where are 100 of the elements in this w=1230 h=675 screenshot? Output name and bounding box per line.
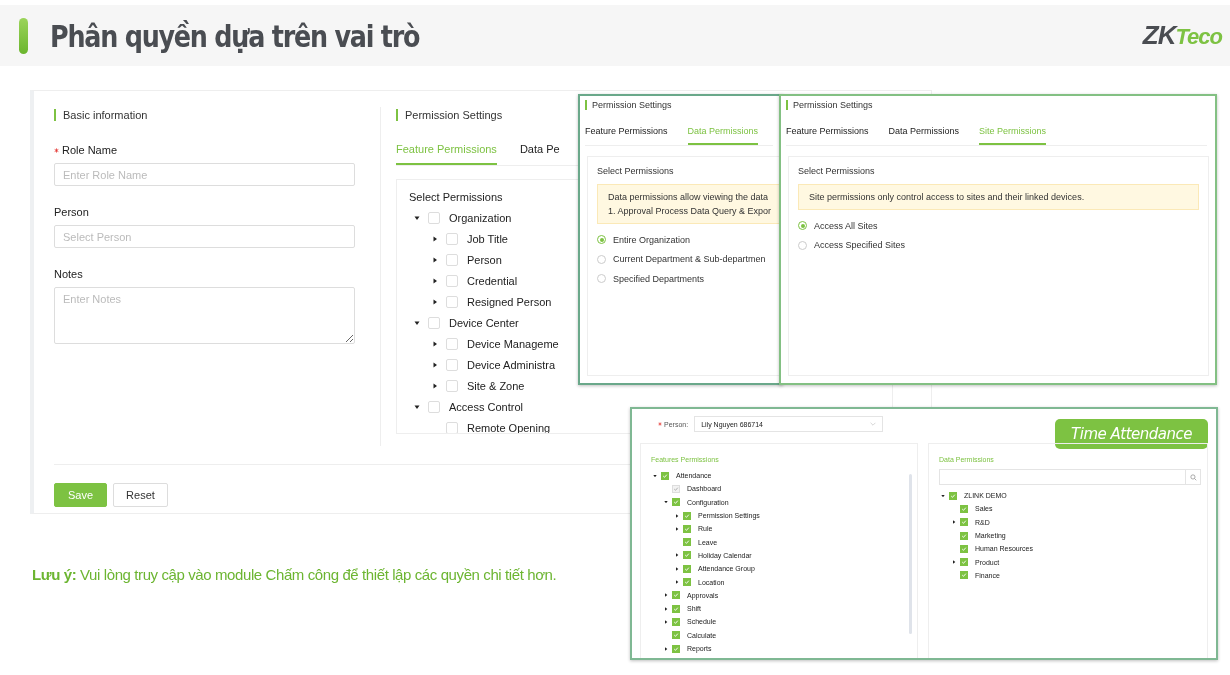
notice-text: 1. Approval Process Data Query & Expor: [608, 205, 771, 218]
caret-icon[interactable]: [432, 277, 438, 284]
caret-icon[interactable]: [664, 593, 668, 598]
caret-icon[interactable]: [432, 256, 438, 263]
section-title: Basic information: [54, 109, 380, 121]
caret-icon[interactable]: [675, 513, 679, 518]
checkbox[interactable]: [949, 491, 957, 500]
checkbox[interactable]: [428, 211, 440, 224]
caret-icon[interactable]: [432, 361, 438, 368]
checkbox[interactable]: [683, 578, 691, 586]
checkbox[interactable]: [672, 604, 680, 613]
tree-item-label: Credential: [467, 274, 518, 287]
tree-item-label: Access Control: [449, 400, 523, 413]
checkbox[interactable]: [446, 337, 458, 350]
tree-item-label: Device Manageme: [467, 337, 559, 350]
caret-icon[interactable]: [432, 340, 438, 347]
checkbox[interactable]: [428, 316, 440, 329]
field-label: Person: [54, 206, 89, 218]
radio-label: Specified Departments: [613, 273, 705, 284]
tab[interactable]: Feature Permissions: [786, 126, 869, 145]
scrollbar[interactable]: [909, 474, 912, 634]
tab[interactable]: Data Pe: [519, 143, 560, 165]
tab[interactable]: Feature Permissions: [585, 126, 668, 145]
checkbox[interactable]: [960, 558, 968, 567]
checkbox[interactable]: [672, 498, 680, 507]
checkbox[interactable]: [683, 538, 691, 547]
section-title: Permission Settings: [786, 100, 1215, 110]
checkbox[interactable]: [960, 571, 968, 580]
panel-title: Select Permissions: [409, 191, 503, 203]
checkbox[interactable]: [672, 591, 680, 600]
radio-label: Access All Sites: [814, 220, 878, 231]
checkbox[interactable]: [446, 274, 458, 287]
caret-icon[interactable]: [675, 580, 679, 584]
radio-button[interactable]: [597, 254, 606, 264]
checkbox[interactable]: [428, 400, 440, 413]
checkbox[interactable]: [683, 551, 691, 560]
checkbox[interactable]: [960, 531, 968, 540]
checkbox[interactable]: [960, 504, 968, 513]
tree-item-label: Job Title: [467, 232, 508, 245]
caret-icon[interactable]: [952, 520, 956, 525]
caret-icon[interactable]: [664, 606, 668, 611]
checkbox[interactable]: [661, 471, 669, 480]
module-badge: Time Attendance: [1055, 419, 1208, 449]
tree-item-label: Device Administra: [467, 358, 556, 371]
checkbox[interactable]: [672, 631, 680, 640]
notice-text: Data permissions allow viewing the data: [608, 191, 770, 204]
chevron-down-icon: [870, 422, 877, 426]
checkbox[interactable]: [672, 644, 680, 653]
radio-button[interactable]: [798, 240, 807, 250]
tab[interactable]: Data Permissions: [888, 126, 960, 145]
notice-text: Site permissions only control access to sites and their linked devices.: [798, 184, 1199, 210]
radio-button[interactable]: [798, 221, 807, 231]
tree-item-label: Remote Opening: [467, 421, 551, 433]
accent-bar: [19, 17, 28, 54]
checkbox[interactable]: [683, 524, 691, 533]
radio-button[interactable]: [597, 235, 606, 245]
caret-icon[interactable]: [414, 214, 420, 221]
tree-item-label: Person: [467, 253, 502, 266]
tree-item-label: Resigned Person: [467, 295, 552, 308]
caret-icon[interactable]: [432, 382, 438, 389]
caret-icon[interactable]: [664, 619, 668, 624]
checkbox[interactable]: [446, 253, 458, 266]
field-label: Notes: [54, 268, 83, 280]
field-label: Role Name: [62, 144, 118, 156]
checkbox[interactable]: [446, 358, 458, 371]
radio-label: Access Specified Sites: [814, 240, 906, 251]
caret-icon[interactable]: [432, 235, 438, 242]
caret-icon[interactable]: [675, 553, 679, 558]
reset-button[interactable]: Reset: [113, 483, 168, 507]
search-icon[interactable]: [1189, 473, 1197, 481]
checkbox[interactable]: [683, 564, 691, 573]
caret-icon[interactable]: [432, 298, 438, 305]
checkbox[interactable]: [446, 295, 458, 308]
caret-icon[interactable]: [675, 526, 679, 531]
checkbox[interactable]: [446, 232, 458, 245]
panel-title: Select Permissions: [798, 166, 875, 176]
search-field[interactable]: [939, 469, 1201, 485]
checkbox[interactable]: [960, 544, 968, 553]
radio-button[interactable]: [597, 274, 606, 284]
radio-label: Entire Organization: [613, 234, 691, 245]
input-field[interactable]: Select Person: [54, 225, 355, 248]
input-field[interactable]: Enter Role Name: [54, 163, 355, 186]
checkbox[interactable]: [446, 379, 458, 392]
tree-item-label: Organization: [449, 211, 512, 224]
caret-icon[interactable]: [414, 403, 420, 410]
notes-field[interactable]: Enter Notes: [54, 287, 355, 344]
checkbox[interactable]: [683, 511, 691, 520]
checkbox[interactable]: [446, 421, 458, 433]
caret-icon[interactable]: [664, 646, 668, 651]
tree-item-label: Device Center: [449, 316, 519, 329]
radio-label: Current Department & Sub-departmen: [613, 254, 766, 265]
caret-icon[interactable]: [952, 560, 956, 565]
checkbox[interactable]: [672, 617, 680, 626]
checkbox[interactable]: [960, 518, 968, 527]
slide-title: Phân quyền dựa trên vai trò: [50, 17, 420, 54]
logo: ZKTeco: [1142, 20, 1222, 51]
panel-title: Select Permissions: [597, 166, 674, 176]
note-text: Lưu ý: Vui lòng truy cập vào module Chấm công để thiết lập các quyền chi tiết hơn.: [32, 566, 557, 583]
caret-icon[interactable]: [414, 319, 420, 326]
caret-icon[interactable]: [675, 566, 679, 571]
